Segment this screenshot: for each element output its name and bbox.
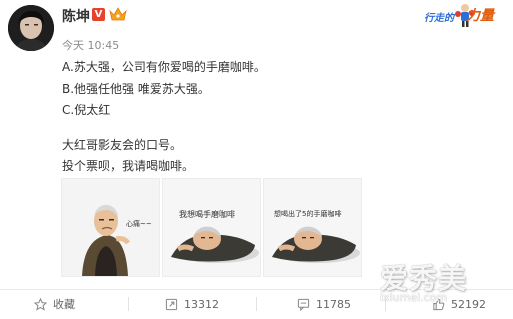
image-1-caption: 心痛~~	[126, 220, 152, 228]
author-name[interactable]: 陈坤	[62, 6, 90, 26]
campaign-text-1: 行走的	[424, 13, 454, 24]
watermark-text: 爱秀美	[380, 262, 468, 295]
post-line-c: C.倪太红	[62, 103, 111, 117]
action-separator	[128, 297, 129, 311]
comment-count: 11785	[316, 297, 351, 311]
post-line-a: A.苏大强，公司有你爱喝的手磨咖啡。	[62, 60, 266, 74]
repost-icon	[165, 298, 178, 310]
post-line-e: 投个票呗，我请喝咖啡。	[62, 159, 195, 173]
verified-icon: V	[92, 8, 105, 21]
action-separator	[385, 297, 386, 311]
comment-button[interactable]: 11785	[297, 295, 351, 313]
post-line-d: 大红哥影友会的口号。	[62, 138, 183, 152]
post-timestamp[interactable]: 今天 10:45	[62, 37, 119, 53]
action-separator	[256, 297, 257, 311]
member-crown-icon[interactable]	[109, 6, 127, 22]
post-image-3[interactable]: 想喝出了5的手磨咖啡	[263, 178, 362, 277]
like-count: 52192	[451, 297, 486, 311]
image-2-caption: 我想喝手磨咖啡	[179, 210, 235, 219]
star-icon	[34, 297, 47, 311]
favorite-label: 收藏	[53, 298, 75, 311]
favorite-button[interactable]: 收藏	[34, 295, 75, 313]
comment-icon	[297, 298, 310, 311]
post-image-2[interactable]: 我想喝手磨咖啡	[162, 178, 261, 277]
image-3-caption: 想喝出了5的手磨咖啡	[274, 210, 342, 218]
campaign-text-2: 力量	[466, 8, 494, 24]
repost-count: 13312	[184, 297, 219, 311]
campaign-badge[interactable]: 行走的 力量	[422, 2, 510, 30]
author-avatar[interactable]	[8, 5, 54, 51]
like-button[interactable]: 52192	[432, 295, 486, 313]
repost-button[interactable]: 13312	[165, 295, 219, 313]
thumbs-up-icon	[433, 298, 445, 310]
post-line-b: B.他强任他强 唯爱苏大强。	[62, 82, 210, 96]
post-image-1[interactable]: 心痛~~	[61, 178, 160, 277]
action-bar-divider	[0, 289, 513, 290]
weibo-post: 陈坤 V 今天 10:45 行走的 力量 A.苏大强，公司有你爱喝的手磨咖啡。 …	[0, 0, 513, 319]
